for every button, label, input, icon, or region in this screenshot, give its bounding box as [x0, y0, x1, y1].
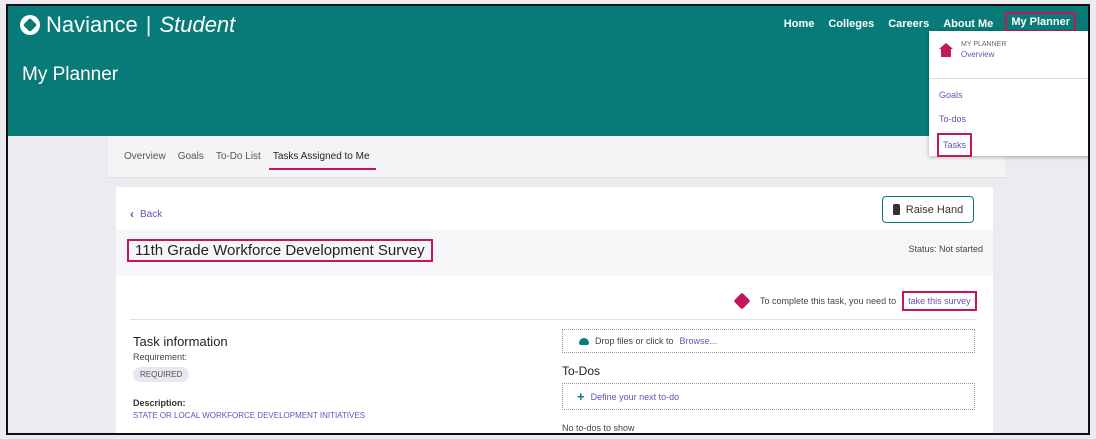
task-info-heading: Task information: [133, 334, 228, 349]
logo-icon: [20, 15, 40, 35]
nav-my-planner[interactable]: My Planner: [1005, 12, 1076, 32]
app-logo[interactable]: Naviance | Student: [20, 12, 235, 38]
sub-tabs: Overview Goals To-Do List Tasks Assigned…: [108, 136, 1005, 178]
back-label: Back: [140, 208, 163, 220]
dropdown-header[interactable]: MY PLANNER Overview: [929, 31, 1088, 79]
my-planner-dropdown: MY PLANNER Overview Goals To-dos Tasks: [929, 31, 1088, 157]
cloud-upload-icon: [579, 337, 589, 345]
no-todos-text: No to-dos to show: [562, 423, 635, 433]
drop-text: Drop files or click to: [595, 336, 674, 346]
back-link[interactable]: ‹ Back: [130, 207, 162, 221]
tab-goals[interactable]: Goals: [178, 151, 204, 162]
tab-todo-list[interactable]: To-Do List: [216, 151, 261, 162]
nav-about[interactable]: About Me: [941, 16, 995, 32]
status-text: Status: Not started: [908, 244, 983, 254]
app-name: Naviance: [46, 12, 138, 37]
raise-hand-label: Raise Hand: [905, 203, 964, 216]
complete-instruction: To complete this task, you need to take …: [733, 291, 977, 311]
file-drop-zone[interactable]: Drop files or click to Browse...: [562, 329, 975, 353]
tab-tasks-assigned[interactable]: Tasks Assigned to Me: [268, 151, 376, 170]
description-value: STATE OR LOCAL WORKFORCE DEVELOPMENT INI…: [133, 411, 366, 420]
page-title: My Planner: [22, 64, 119, 85]
main-nav: Home Colleges Careers About Me My Planne…: [782, 12, 1076, 32]
define-todo-input[interactable]: + Define your next to-do: [562, 383, 975, 410]
dropdown-title: MY PLANNER: [961, 41, 1007, 48]
app-sub: Student: [159, 12, 236, 37]
define-todo-label: Define your next to-do: [590, 391, 680, 402]
app-frame: Naviance | Student My Planner Home Colle…: [6, 4, 1090, 435]
nav-colleges[interactable]: Colleges: [826, 16, 876, 32]
nav-careers[interactable]: Careers: [886, 16, 931, 32]
browse-link[interactable]: Browse...: [680, 336, 718, 346]
hand-icon: [892, 204, 900, 215]
take-survey-link[interactable]: take this survey: [902, 291, 977, 311]
top-bar: Naviance | Student My Planner Home Colle…: [8, 6, 1088, 136]
plus-icon: +: [577, 389, 585, 404]
raise-hand-button[interactable]: Raise Hand: [882, 196, 974, 223]
complete-text: To complete this task, you need to: [760, 296, 897, 306]
nav-home[interactable]: Home: [782, 16, 817, 32]
dropdown-item-goals[interactable]: Goals: [929, 83, 1088, 107]
dropdown-overview[interactable]: Overview: [961, 50, 1006, 59]
todos-heading: To-Dos: [562, 364, 601, 378]
task-card: ‹ Back Raise Hand 11th Grade Workforce D…: [116, 187, 993, 433]
title-band: 11th Grade Workforce Development Survey …: [116, 230, 993, 276]
app-separator: |: [145, 12, 152, 37]
chevron-left-icon: ‹: [130, 207, 134, 221]
dropdown-item-todos[interactable]: To-dos: [929, 107, 1088, 131]
house-icon: [939, 43, 953, 57]
requirement-badge: REQUIRED: [133, 367, 190, 382]
description-label: Description:: [133, 398, 186, 408]
requirement-label: Requirement:: [133, 352, 188, 362]
dropdown-item-tasks[interactable]: Tasks: [937, 133, 973, 157]
divider: [130, 319, 977, 320]
tab-overview[interactable]: Overview: [124, 151, 166, 162]
survey-title: 11th Grade Workforce Development Survey: [127, 239, 433, 262]
diamond-icon: [733, 292, 751, 310]
